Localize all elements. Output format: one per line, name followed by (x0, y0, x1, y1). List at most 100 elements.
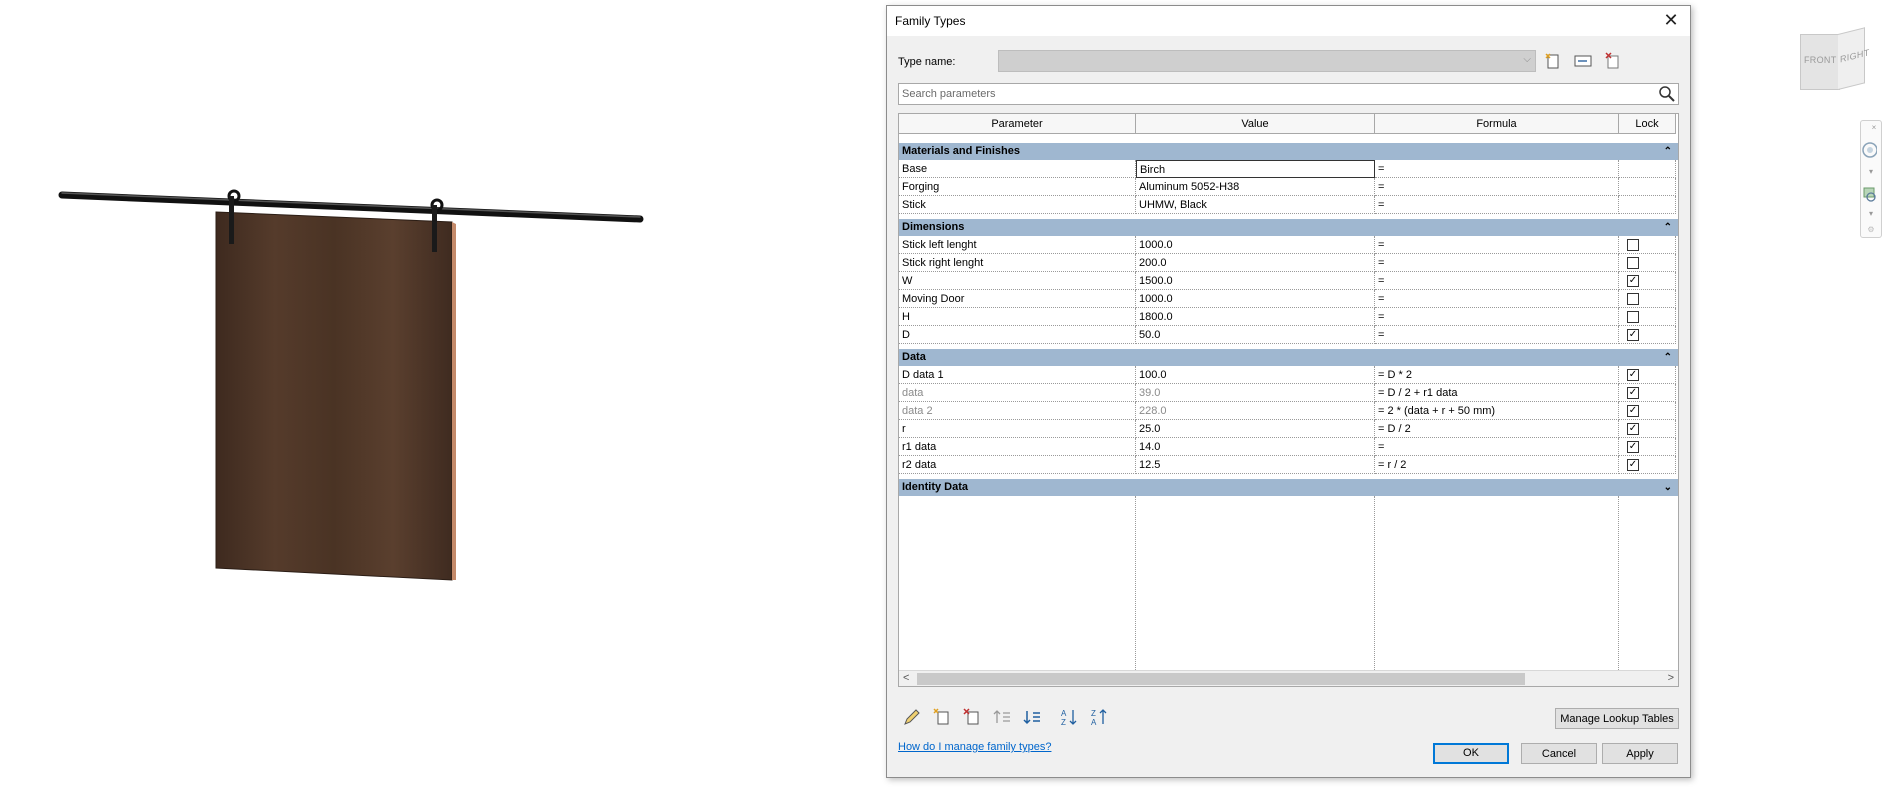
lock-checkbox[interactable]: ✓ (1627, 275, 1639, 287)
move-down-icon[interactable] (1021, 706, 1043, 728)
value-cell[interactable]: 100.0 (1136, 366, 1375, 384)
horizontal-scrollbar[interactable]: < > (899, 670, 1678, 686)
value-cell[interactable]: Birch (1136, 160, 1375, 178)
formula-cell[interactable]: = (1375, 290, 1619, 308)
table-row[interactable]: Base Birch = (899, 160, 1678, 178)
formula-cell[interactable]: = (1375, 438, 1619, 456)
zoom-icon[interactable] (1861, 185, 1877, 205)
group-data[interactable]: Data ⌃ (899, 349, 1678, 366)
sort-ascending-icon[interactable]: A Z (1059, 706, 1081, 728)
expand-icon[interactable]: ⌄ (1664, 479, 1672, 496)
formula-cell[interactable]: = (1375, 308, 1619, 326)
chevron-down-icon[interactable]: ▾ (1863, 209, 1879, 218)
close-icon[interactable]: ✕ (1660, 9, 1682, 31)
collapse-icon[interactable]: ⌃ (1664, 349, 1672, 366)
table-row[interactable]: Forging Aluminum 5052-H38 = (899, 178, 1678, 196)
steering-wheel-icon[interactable] (1861, 139, 1877, 161)
view-cube[interactable]: FRONT RIGHT (1800, 27, 1872, 94)
formula-cell[interactable]: = (1375, 236, 1619, 254)
collapse-icon[interactable]: ⌃ (1664, 219, 1672, 236)
new-parameter-icon[interactable] (931, 706, 953, 728)
column-header-formula[interactable]: Formula (1375, 114, 1619, 134)
value-cell[interactable]: 1800.0 (1136, 308, 1375, 326)
formula-cell[interactable]: = D * 2 (1375, 366, 1619, 384)
view-cube-front[interactable]: FRONT (1800, 34, 1840, 90)
table-row[interactable]: r1 data 14.0 = ✓ (899, 438, 1678, 456)
search-icon[interactable] (1658, 85, 1676, 103)
value-cell[interactable]: UHMW, Black (1136, 196, 1375, 214)
apply-button[interactable]: Apply (1602, 743, 1678, 764)
search-parameters-input[interactable]: Search parameters (898, 83, 1679, 105)
table-row[interactable]: data 39.0 = D / 2 + r1 data ✓ (899, 384, 1678, 402)
table-row[interactable]: r2 data 12.5 = r / 2 ✓ (899, 456, 1678, 474)
value-cell[interactable]: 1500.0 (1136, 272, 1375, 290)
value-cell[interactable]: 25.0 (1136, 420, 1375, 438)
lock-checkbox[interactable]: ✓ (1627, 329, 1639, 341)
formula-cell[interactable]: = (1375, 326, 1619, 344)
table-row[interactable]: D 50.0 = ✓ (899, 326, 1678, 344)
lock-checkbox[interactable] (1627, 239, 1639, 251)
lock-checkbox[interactable]: ✓ (1627, 441, 1639, 453)
lock-checkbox[interactable] (1627, 257, 1639, 269)
group-materials-and-finishes[interactable]: Materials and Finishes ⌃ (899, 143, 1678, 160)
manage-lookup-tables-button[interactable]: Manage Lookup Tables (1555, 708, 1679, 729)
group-identity-data[interactable]: Identity Data ⌄ (899, 479, 1678, 496)
value-cell[interactable]: 1000.0 (1136, 236, 1375, 254)
scroll-left-icon[interactable]: < (903, 672, 909, 684)
formula-cell[interactable]: = r / 2 (1375, 456, 1619, 474)
rename-type-icon[interactable] (1572, 50, 1594, 72)
formula-cell[interactable]: = D / 2 + r1 data (1375, 384, 1619, 402)
lock-checkbox[interactable]: ✓ (1627, 423, 1639, 435)
formula-cell[interactable]: = (1375, 196, 1619, 214)
collapse-icon[interactable]: ⌃ (1664, 143, 1672, 160)
lock-checkbox[interactable]: ✓ (1627, 369, 1639, 381)
pencil-icon[interactable] (901, 706, 923, 728)
sort-descending-icon[interactable]: Z A (1089, 706, 1111, 728)
table-row[interactable]: H 1800.0 = (899, 308, 1678, 326)
chevron-down-icon[interactable]: ▾ (1863, 167, 1879, 176)
column-header-value[interactable]: Value (1136, 114, 1375, 134)
column-header-parameter[interactable]: Parameter (899, 114, 1136, 134)
view-cube-right[interactable]: RIGHT (1838, 27, 1870, 91)
table-row[interactable]: r 25.0 = D / 2 ✓ (899, 420, 1678, 438)
new-type-icon[interactable] (1542, 50, 1564, 72)
type-name-dropdown[interactable]: ⌵ (998, 50, 1536, 72)
table-row[interactable]: Stick UHMW, Black = (899, 196, 1678, 214)
formula-cell[interactable]: = (1375, 272, 1619, 290)
formula-cell[interactable]: = (1375, 254, 1619, 272)
table-row[interactable]: data 2 228.0 = 2 * (data + r + 50 mm) ✓ (899, 402, 1678, 420)
lock-checkbox[interactable]: ✓ (1627, 459, 1639, 471)
value-cell[interactable]: 200.0 (1136, 254, 1375, 272)
value-cell[interactable]: 14.0 (1136, 438, 1375, 456)
help-link[interactable]: How do I manage family types? (898, 741, 1051, 753)
ok-button[interactable]: OK (1433, 743, 1509, 764)
value-cell[interactable]: 50.0 (1136, 326, 1375, 344)
scrollbar-thumb[interactable] (917, 673, 1525, 685)
move-up-icon[interactable] (991, 706, 1013, 728)
value-cell[interactable]: 1000.0 (1136, 290, 1375, 308)
formula-cell[interactable]: = D / 2 (1375, 420, 1619, 438)
navbar-options-icon[interactable]: ⚙ (1863, 225, 1879, 234)
lock-checkbox[interactable] (1627, 293, 1639, 305)
delete-parameter-icon[interactable] (961, 706, 983, 728)
table-row[interactable]: W 1500.0 = ✓ (899, 272, 1678, 290)
lock-checkbox[interactable]: ✓ (1627, 405, 1639, 417)
delete-type-icon[interactable] (1602, 50, 1624, 72)
formula-cell[interactable]: = 2 * (data + r + 50 mm) (1375, 402, 1619, 420)
table-row[interactable]: Moving Door 1000.0 = (899, 290, 1678, 308)
lock-checkbox[interactable] (1627, 311, 1639, 323)
table-row[interactable]: D data 1 100.0 = D * 2 ✓ (899, 366, 1678, 384)
value-cell[interactable]: Aluminum 5052-H38 (1136, 178, 1375, 196)
lock-checkbox[interactable]: ✓ (1627, 387, 1639, 399)
cancel-button[interactable]: Cancel (1521, 743, 1597, 764)
column-header-lock[interactable]: Lock (1619, 114, 1676, 134)
scroll-right-icon[interactable]: > (1668, 672, 1674, 684)
table-row[interactable]: Stick right lenght 200.0 = (899, 254, 1678, 272)
close-navbar-icon[interactable]: × (1869, 123, 1879, 132)
parameter-cell: Stick left lenght (899, 236, 1136, 254)
value-cell[interactable]: 12.5 (1136, 456, 1375, 474)
group-dimensions[interactable]: Dimensions ⌃ (899, 219, 1678, 236)
table-row[interactable]: Stick left lenght 1000.0 = (899, 236, 1678, 254)
formula-cell[interactable]: = (1375, 160, 1619, 178)
formula-cell[interactable]: = (1375, 178, 1619, 196)
